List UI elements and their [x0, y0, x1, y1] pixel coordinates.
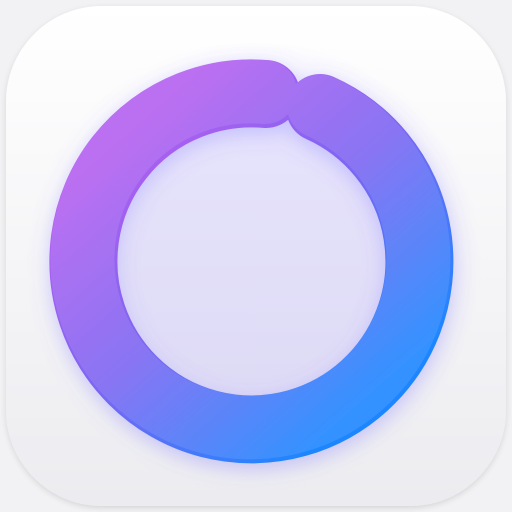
ring-progress-icon: [6, 6, 506, 506]
app-icon[interactable]: [0, 0, 512, 512]
app-icon-canvas: [0, 0, 512, 512]
